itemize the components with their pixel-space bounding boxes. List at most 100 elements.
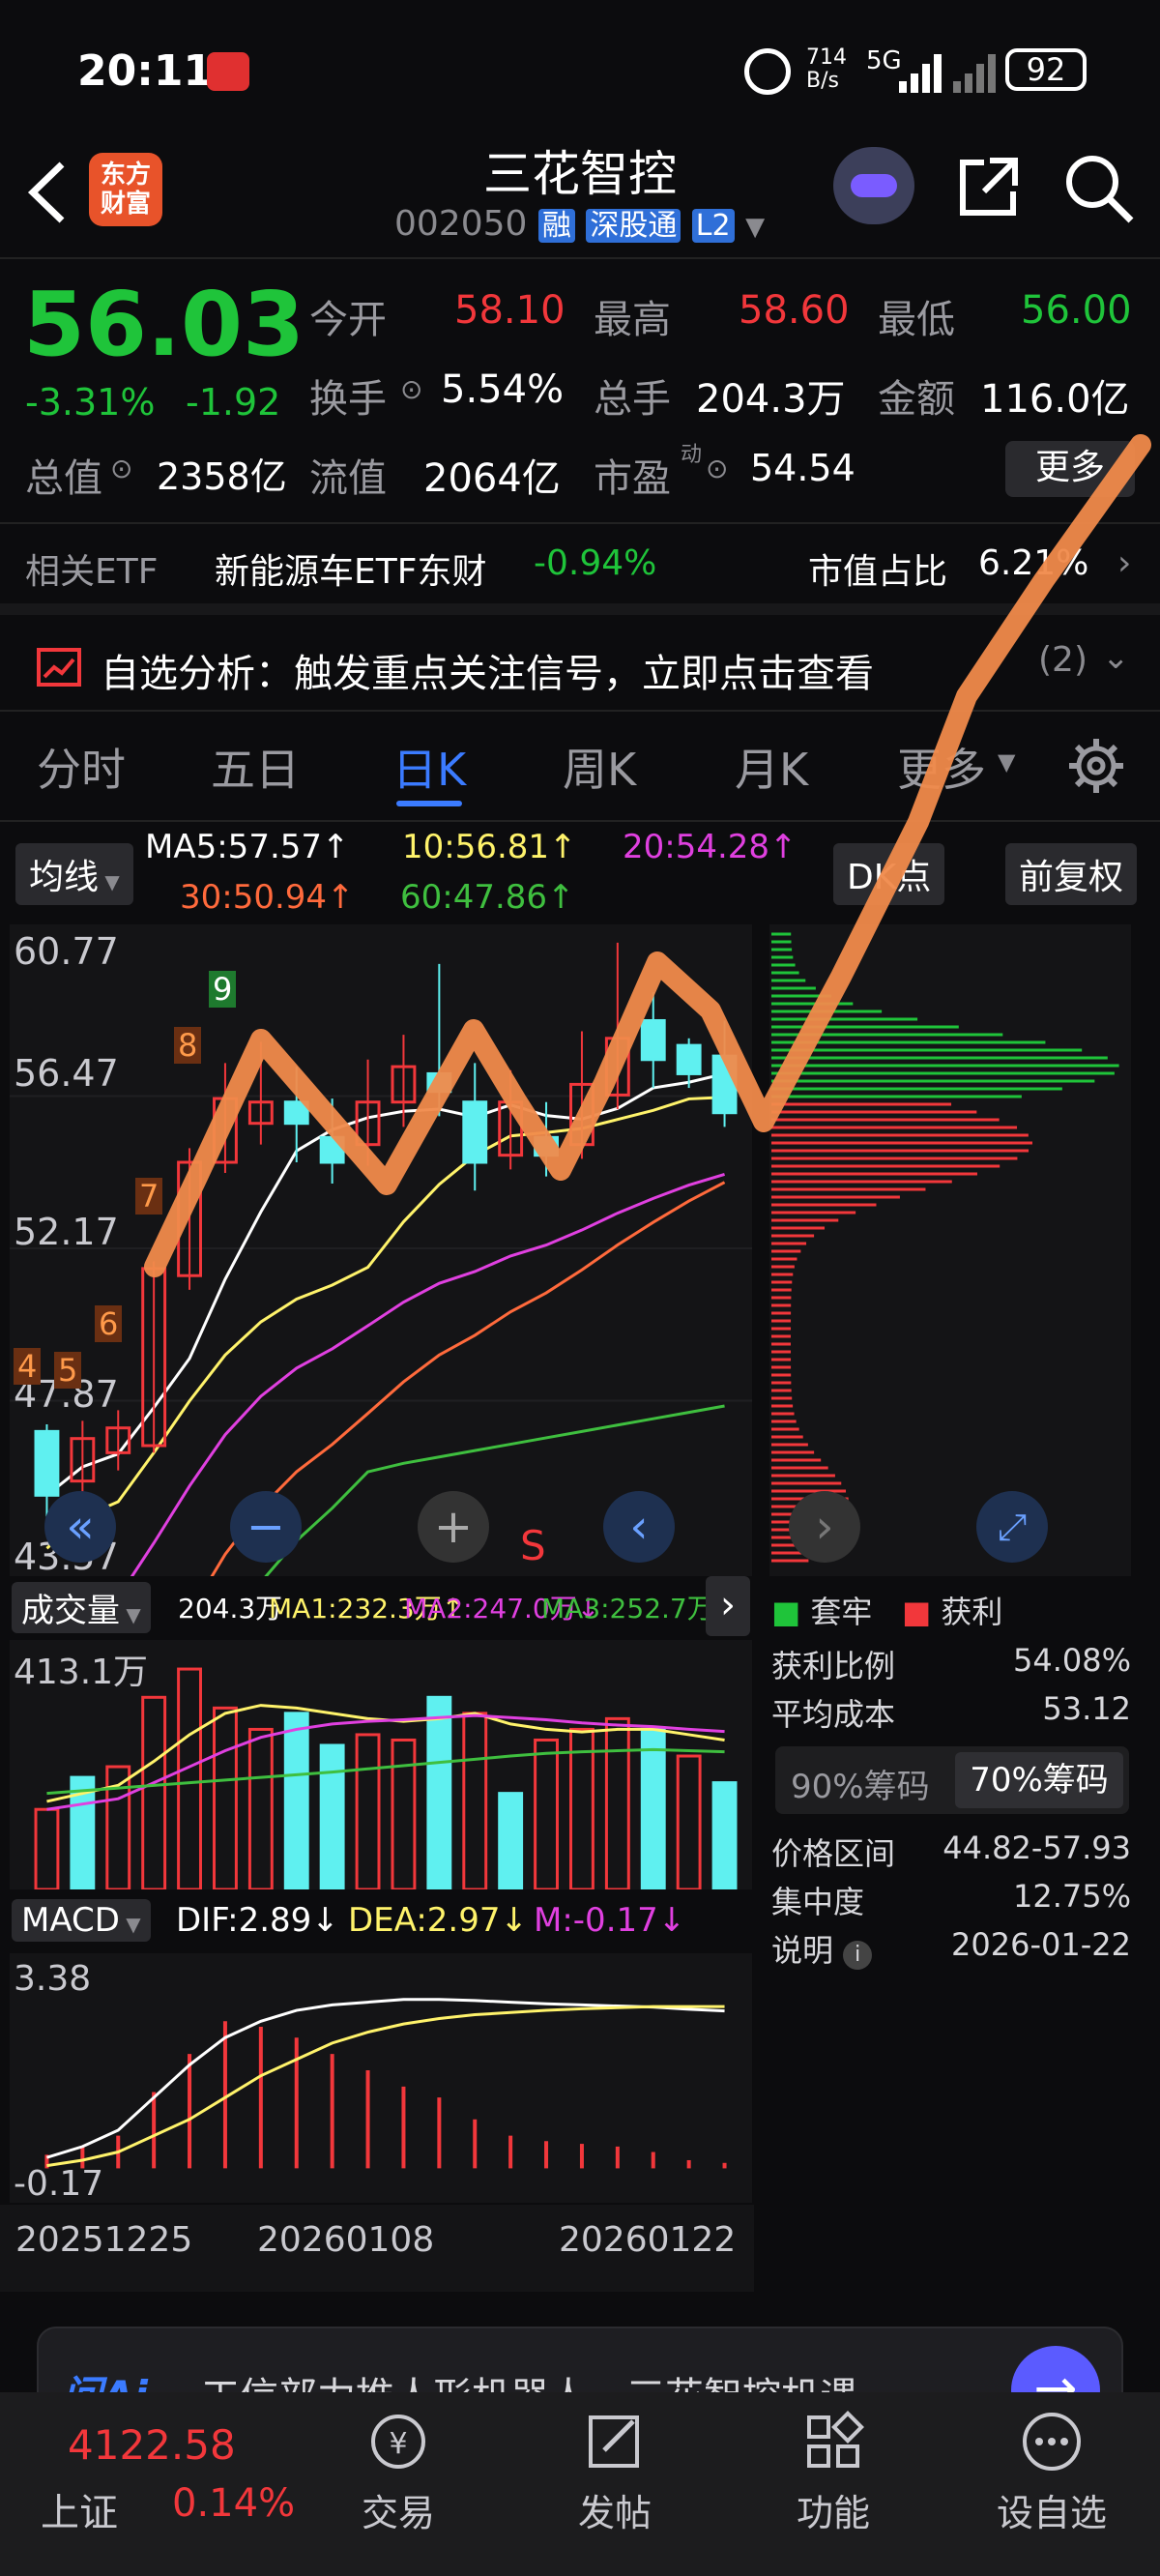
chip-row-value: 54.08% bbox=[1012, 1642, 1131, 1679]
candle-body bbox=[462, 1100, 488, 1164]
tab-intraday[interactable]: 分时 bbox=[37, 735, 126, 799]
expand-icon[interactable]: ⤢ bbox=[976, 1491, 1048, 1563]
volume-bar bbox=[640, 1727, 666, 1889]
chip-background bbox=[769, 924, 1131, 1576]
share-icon[interactable] bbox=[955, 153, 1023, 220]
ma5-value: MA5:57.57↑ bbox=[145, 828, 350, 866]
zoom-out-icon[interactable]: − bbox=[230, 1491, 302, 1563]
net-speed: 714 B/s bbox=[806, 45, 847, 93]
ma10-value: 10:56.81↑ bbox=[402, 828, 577, 866]
volume-current: 204.3万 bbox=[178, 1593, 283, 1625]
tab-70-chips[interactable]: 70%筹码 bbox=[955, 1752, 1123, 1808]
robot-assistant-icon[interactable] bbox=[833, 147, 914, 224]
chip-row: 获利比例 54.08% bbox=[771, 1642, 1131, 1686]
volume-bar bbox=[177, 1667, 202, 1889]
index-name: 上证 bbox=[41, 2491, 118, 2535]
chevron-down-icon[interactable]: ⌄ bbox=[1102, 638, 1130, 677]
zoom-in-icon[interactable]: + bbox=[418, 1491, 489, 1563]
dk-point-button[interactable]: DK点 bbox=[833, 843, 945, 905]
etf-name[interactable]: 新能源车ETF东财 bbox=[215, 543, 486, 594]
candle-body bbox=[34, 1429, 60, 1497]
nav-watchlist-label: 设自选 bbox=[996, 2492, 1107, 2534]
volume-bar bbox=[213, 1706, 238, 1889]
ma-selector[interactable]: 均线 ▼ bbox=[15, 843, 133, 905]
nav-watchlist[interactable]: 设自选 bbox=[974, 2408, 1129, 2536]
info-icon[interactable]: ⊙ bbox=[110, 453, 132, 484]
grid-icon bbox=[807, 2411, 864, 2468]
chip-distribution[interactable] bbox=[769, 924, 1131, 1576]
chip-range-toggle: 90%筹码 70%筹码 bbox=[775, 1746, 1129, 1814]
chip-row-value: 2026-01-22 bbox=[951, 1926, 1131, 1963]
volume-bar bbox=[283, 1712, 309, 1889]
badge-l2: L2 bbox=[691, 209, 735, 243]
search-icon[interactable] bbox=[1063, 153, 1135, 224]
volume-bar bbox=[462, 1712, 488, 1889]
step-left-icon[interactable]: ‹ bbox=[603, 1491, 675, 1563]
info-icon[interactable]: i bbox=[843, 1941, 873, 1970]
stock-code-row: 002050 融 深股通 L2 ▼ bbox=[394, 201, 765, 244]
tab-weekly-k[interactable]: 周K bbox=[563, 735, 636, 799]
chip-row: 说明 i 2026-01-22 bbox=[771, 1926, 1131, 1971]
price-axis-label: 56.47 bbox=[14, 1052, 119, 1095]
signal-tag: 4 bbox=[14, 1348, 42, 1385]
float-cap-value: 2064亿 bbox=[423, 456, 561, 501]
signal-tag: 7 bbox=[135, 1178, 163, 1215]
candle-body bbox=[283, 1100, 309, 1126]
caret-down-icon: ▼ bbox=[998, 748, 1016, 776]
info-icon[interactable]: ⊙ bbox=[400, 373, 422, 405]
date-label: 20260122 bbox=[559, 2220, 737, 2260]
volume-bar bbox=[391, 1738, 417, 1889]
index-change: 0.14% bbox=[172, 2481, 296, 2526]
volume-bar bbox=[676, 1754, 702, 1889]
tab-five-day[interactable]: 五日 bbox=[211, 735, 300, 799]
volume-indicator-label: 成交量 bbox=[21, 1592, 120, 1630]
tab-daily-k[interactable]: 日K bbox=[392, 735, 466, 799]
more-dots-icon bbox=[1023, 2413, 1081, 2471]
trapped-label: 套牢 bbox=[810, 1594, 873, 1630]
open-value: 58.10 bbox=[454, 288, 566, 333]
chip-row-label: 集中度 bbox=[771, 1884, 865, 1920]
stock-header: 东方 财富 三花智控 002050 融 深股通 L2 ▼ bbox=[0, 143, 1160, 257]
more-button[interactable]: 更多 bbox=[1005, 441, 1135, 497]
chevron-down-icon[interactable]: ▼ bbox=[745, 213, 765, 242]
step-right-icon[interactable]: › bbox=[789, 1491, 860, 1563]
nav-function[interactable]: 功能 bbox=[756, 2408, 911, 2536]
kline-chart[interactable] bbox=[10, 924, 752, 1576]
tab-monthly-k[interactable]: 月K bbox=[735, 735, 808, 799]
tab-90-chips[interactable]: 90%筹码 bbox=[791, 1760, 930, 1807]
nav-trade[interactable]: ¥ 交易 bbox=[321, 2408, 476, 2536]
info-icon[interactable]: ⊙ bbox=[706, 453, 728, 484]
chip-row-value: 12.75% bbox=[1012, 1878, 1131, 1915]
tab-more[interactable]: 更多 bbox=[897, 735, 986, 799]
macd-indicator-selector[interactable]: MACD ▼ bbox=[12, 1899, 151, 1942]
date-label: 20251225 bbox=[15, 2220, 193, 2260]
index-value[interactable]: 4122.58 bbox=[68, 2421, 236, 2469]
chart-alert-icon bbox=[37, 648, 81, 687]
nav-post[interactable]: 发帖 bbox=[537, 2408, 692, 2536]
trapped-swatch: ■ bbox=[771, 1594, 801, 1630]
gear-icon[interactable] bbox=[1067, 737, 1125, 795]
low-value: 56.00 bbox=[1021, 288, 1132, 333]
change-abs: -1.92 bbox=[186, 381, 281, 424]
open-label: 今开 bbox=[309, 298, 387, 342]
volume-value: 204.3万 bbox=[696, 377, 846, 422]
clock: 20:11 bbox=[77, 46, 214, 96]
candle-body bbox=[534, 1135, 559, 1157]
macd-axis-top: 3.38 bbox=[14, 1959, 92, 1999]
chip-row: 集中度 12.75% bbox=[771, 1878, 1131, 1922]
adjust-button[interactable]: 前复权 bbox=[1005, 843, 1138, 905]
volume-bar bbox=[498, 1792, 524, 1889]
ma10-line bbox=[45, 1096, 725, 1550]
last-price: 56.03 bbox=[23, 273, 305, 376]
macd-dif: DIF:2.89↓ bbox=[176, 1901, 339, 1940]
scroll-left-icon[interactable]: « bbox=[44, 1491, 116, 1563]
chevron-right-icon[interactable]: › bbox=[706, 1576, 750, 1636]
ma20-value: 20:54.28↑ bbox=[623, 828, 798, 866]
sell-marker: S bbox=[520, 1522, 546, 1569]
volume-indicator-selector[interactable]: 成交量 ▼ bbox=[12, 1582, 151, 1633]
volume-axis-label: 413.1万 bbox=[14, 1653, 149, 1692]
analysis-text[interactable]: 自选分析：触发重点关注信号，立即点击查看 bbox=[101, 642, 874, 698]
ma5-line bbox=[45, 1071, 725, 1497]
macd-chart[interactable] bbox=[10, 1953, 752, 2203]
chevron-right-icon[interactable]: › bbox=[1117, 543, 1131, 583]
